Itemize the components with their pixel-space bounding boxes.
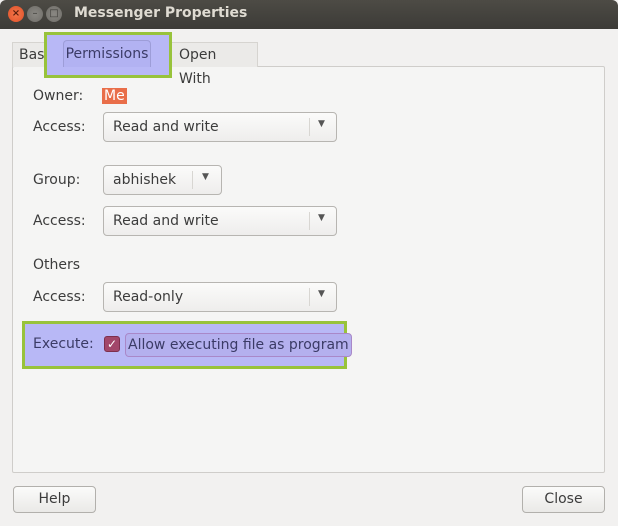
chevron-down-icon: ▼ bbox=[318, 289, 325, 299]
group-access-label: Access: bbox=[33, 213, 86, 229]
execute-checkbox-label[interactable]: Allow executing file as program bbox=[125, 333, 352, 357]
dropdown-separator bbox=[309, 118, 310, 136]
owner-access-label: Access: bbox=[33, 119, 86, 135]
others-access-label: Access: bbox=[33, 289, 86, 305]
help-button[interactable]: Help bbox=[13, 486, 96, 513]
group-access-value: Read and write bbox=[113, 213, 219, 229]
window-minimize-button[interactable]: – bbox=[27, 6, 43, 22]
tab-permissions[interactable]: Permissions bbox=[63, 40, 151, 67]
owner-access-dropdown[interactable]: Read and write ▼ bbox=[103, 112, 337, 142]
close-button[interactable]: Close bbox=[522, 486, 605, 513]
window-maximize-button[interactable]: □ bbox=[46, 6, 62, 22]
group-dropdown[interactable]: abhishek ▼ bbox=[103, 165, 222, 195]
owner-label: Owner: bbox=[33, 88, 84, 104]
others-label: Others bbox=[33, 257, 81, 273]
owner-value: Me bbox=[102, 88, 127, 104]
group-label: Group: bbox=[33, 172, 81, 188]
chevron-down-icon: ▼ bbox=[318, 119, 325, 129]
others-access-value: Read-only bbox=[113, 289, 184, 305]
others-access-dropdown[interactable]: Read-only ▼ bbox=[103, 282, 337, 312]
execute-checkbox[interactable]: ✓ bbox=[104, 336, 120, 352]
group-access-dropdown[interactable]: Read and write ▼ bbox=[103, 206, 337, 236]
owner-access-value: Read and write bbox=[113, 119, 219, 135]
chevron-down-icon: ▼ bbox=[318, 213, 325, 223]
window-title: Messenger Properties bbox=[74, 5, 248, 21]
execute-label: Execute: bbox=[33, 336, 94, 352]
dropdown-separator bbox=[309, 288, 310, 306]
dropdown-separator bbox=[192, 171, 193, 189]
check-icon: ✓ bbox=[106, 337, 118, 351]
window-close-button[interactable]: × bbox=[8, 6, 24, 22]
title-bar: × – □ Messenger Properties bbox=[0, 0, 618, 29]
tab-open-with[interactable]: Open With bbox=[170, 42, 258, 87]
group-value: abhishek bbox=[113, 172, 177, 188]
dropdown-separator bbox=[309, 212, 310, 230]
chevron-down-icon: ▼ bbox=[202, 172, 209, 182]
